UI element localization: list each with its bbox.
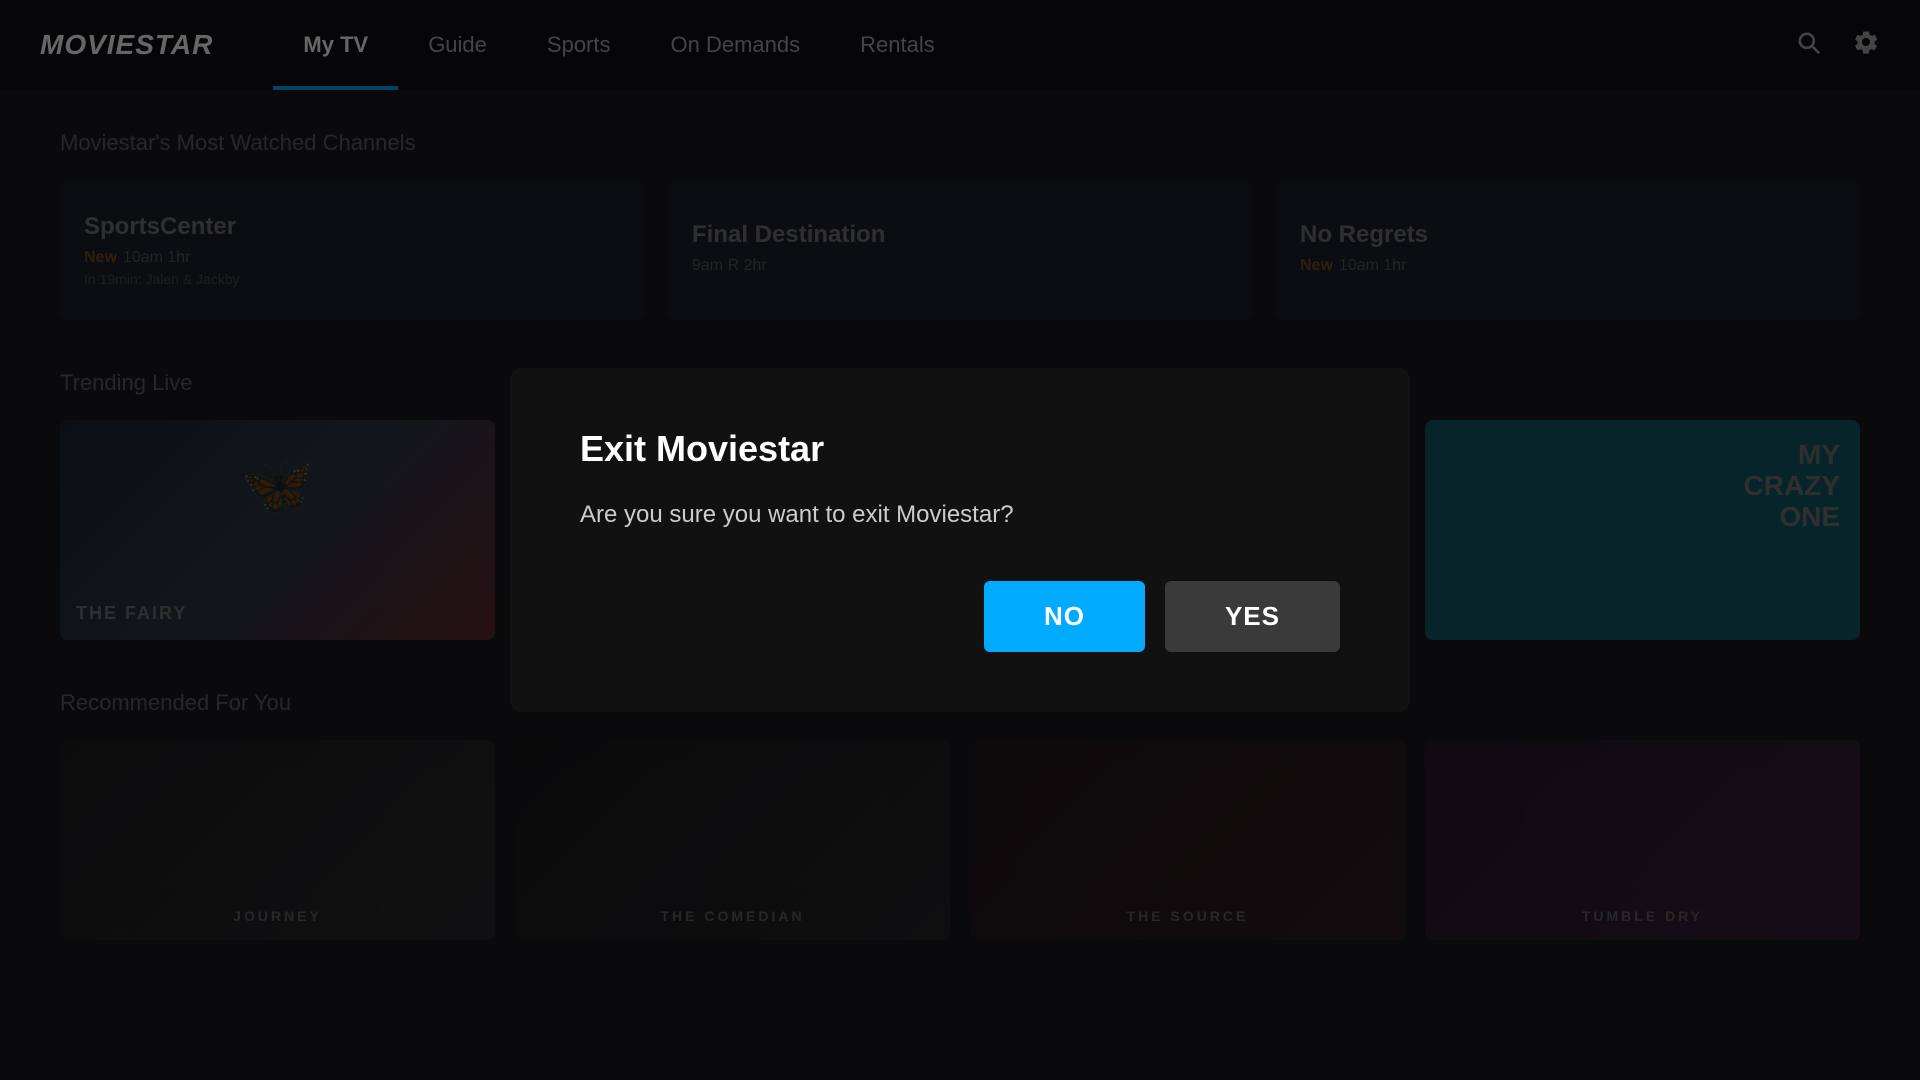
modal-message: Are you sure you want to exit Moviestar? [580,498,1340,532]
exit-modal: Exit Moviestar Are you sure you want to … [510,368,1410,713]
modal-overlay: Exit Moviestar Are you sure you want to … [0,0,1920,1080]
yes-button[interactable]: YES [1165,581,1340,652]
modal-buttons: NO YES [580,581,1340,652]
no-button[interactable]: NO [984,581,1145,652]
modal-title: Exit Moviestar [580,428,1340,470]
